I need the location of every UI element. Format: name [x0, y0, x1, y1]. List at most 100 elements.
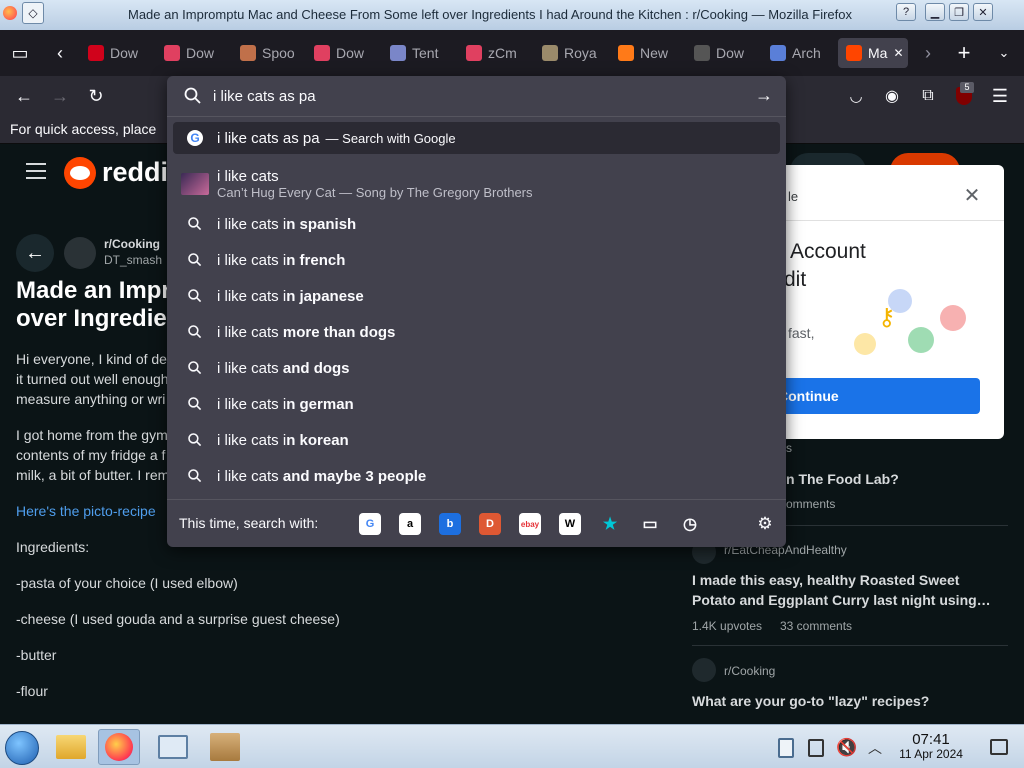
- amazon-engine-icon[interactable]: a: [399, 513, 421, 535]
- upvote-count: 1.4K upvotes: [692, 619, 763, 633]
- tab[interactable]: Ma ✕: [838, 38, 908, 68]
- subreddit-avatar[interactable]: [64, 237, 96, 269]
- suggestion-row[interactable]: i like cats in korean: [173, 424, 780, 456]
- close-tab-icon[interactable]: ✕: [893, 46, 903, 60]
- file-manager-icon[interactable]: [50, 729, 92, 765]
- tab[interactable]: Dow: [686, 38, 756, 68]
- clipboard-icon[interactable]: [778, 738, 794, 758]
- reddit-wordmark[interactable]: reddi: [102, 157, 168, 188]
- suggestion-text: i like cats more than dogs: [217, 324, 395, 341]
- ebay-engine-icon[interactable]: ebay: [519, 513, 541, 535]
- sidebar-post-title[interactable]: I made this easy, healthy Roasted Sweet: [692, 572, 959, 588]
- suggestion-row[interactable]: i like cats and dogs: [173, 352, 780, 384]
- show-desktop-icon[interactable]: [990, 739, 1008, 755]
- back-to-feed-button[interactable]: ←: [16, 234, 54, 272]
- google-engine-icon[interactable]: G: [359, 513, 381, 535]
- extensions-icon[interactable]: ⧉: [916, 84, 940, 108]
- tabs-engine-icon[interactable]: ▭: [639, 513, 661, 535]
- package-manager-icon[interactable]: [204, 729, 246, 765]
- tab-label: Dow: [110, 45, 139, 61]
- tab[interactable]: Arch: [762, 38, 832, 68]
- sidebar-post-title[interactable]: What are your go-to "lazy" recipes?: [692, 693, 929, 709]
- suggestion-completion: more than dogs: [282, 323, 396, 341]
- tab[interactable]: Spoo: [232, 38, 300, 68]
- tab-overview-icon[interactable]: ▭: [8, 41, 32, 65]
- tab[interactable]: Roya: [534, 38, 604, 68]
- flag-icon: [390, 45, 406, 61]
- window-menu-icon[interactable]: ◇: [22, 2, 44, 24]
- system-monitor-icon[interactable]: [152, 729, 194, 765]
- suggestion-completion: n german: [286, 395, 354, 413]
- tab[interactable]: Dow: [80, 38, 150, 68]
- suggestion-row[interactable]: i like cats Can’t Hug Every Cat — Song by…: [173, 162, 780, 206]
- list-all-tabs-icon[interactable]: ⌄: [992, 41, 1016, 65]
- reddit-logo-icon[interactable]: [64, 157, 96, 189]
- suggestion-row[interactable]: i like cats in french: [173, 244, 780, 276]
- reload-icon[interactable]: ↻: [84, 84, 108, 108]
- scroll-tabs-left-icon[interactable]: ‹: [48, 41, 72, 65]
- suggestion-title: i like cats: [217, 168, 279, 185]
- tab[interactable]: Dow: [306, 38, 376, 68]
- close-window-button[interactable]: ✕: [973, 3, 993, 21]
- tray-expand-icon[interactable]: ︿: [865, 737, 885, 759]
- search-settings-gear-icon[interactable]: ⚙: [754, 513, 776, 535]
- start-button-icon[interactable]: [5, 731, 39, 765]
- suggestion-typed: i like cats: [217, 467, 283, 485]
- suggestion-row[interactable]: i like cats more than dogs: [173, 316, 780, 348]
- forward-icon[interactable]: →: [48, 84, 72, 108]
- suggestion-row[interactable]: i like cats in german: [173, 388, 780, 420]
- suggestion-typed: i like cats i: [217, 431, 287, 449]
- suggestion-row[interactable]: i like cats in spanish: [173, 208, 780, 240]
- scroll-tabs-right-icon[interactable]: ›: [916, 41, 940, 65]
- firefox-app-icon[interactable]: [3, 6, 17, 20]
- tab[interactable]: Dow: [156, 38, 226, 68]
- subreddit-name[interactable]: r/Cooking: [104, 237, 160, 251]
- search-icon: [173, 288, 217, 304]
- close-card-icon[interactable]: ✕: [960, 183, 984, 207]
- minimize-button[interactable]: ▁: [925, 3, 945, 21]
- post-author[interactable]: DT_smash: [104, 253, 162, 267]
- go-arrow-icon[interactable]: →: [753, 84, 775, 106]
- history-engine-icon[interactable]: ◷: [679, 513, 701, 535]
- sidebar-item-title[interactable]: n The Food Lab?: [786, 471, 899, 487]
- clock-date[interactable]: 11 Apr 2024: [890, 747, 972, 761]
- url-input[interactable]: [213, 84, 733, 108]
- account-icon[interactable]: ◉: [880, 84, 904, 108]
- download-icon: [164, 45, 180, 61]
- game-icon: [542, 45, 558, 61]
- tab[interactable]: zCm: [458, 38, 528, 68]
- new-tab-icon[interactable]: +: [952, 40, 976, 65]
- post-body-line: contents of my fridge a f: [16, 447, 166, 463]
- suggestion-row[interactable]: i like cats and maybe 3 people: [173, 460, 780, 492]
- clock-time[interactable]: 07:41: [895, 731, 967, 748]
- duckduckgo-engine-icon[interactable]: D: [479, 513, 501, 535]
- wikipedia-engine-icon[interactable]: W: [559, 513, 581, 535]
- hamburger-icon[interactable]: [26, 163, 46, 179]
- tab-label: Arch: [792, 45, 821, 61]
- post-body-line: Hi everyone, I kind of de: [16, 351, 167, 367]
- os-taskbar: 🔇 ︿ 07:41 11 Apr 2024: [0, 724, 1024, 768]
- recipe-link[interactable]: Here's the picto-recipe: [16, 503, 156, 519]
- firefox-taskbar-icon[interactable]: [98, 729, 140, 765]
- tab[interactable]: Tent: [382, 38, 452, 68]
- suggestion-subtitle: Can’t Hug Every Cat — Song by The Gregor…: [217, 185, 533, 200]
- back-icon[interactable]: ←: [12, 84, 36, 108]
- notifications-icon[interactable]: [808, 739, 824, 757]
- sidebar-post-title[interactable]: Potato and Eggplant Curry last night usi…: [692, 592, 991, 608]
- tab[interactable]: New: [610, 38, 680, 68]
- bookmarks-engine-icon[interactable]: ★: [599, 513, 621, 535]
- suggestion-row[interactable]: i like cats in japanese: [173, 280, 780, 312]
- history-thumbnail-icon: [173, 173, 217, 195]
- volume-muted-icon[interactable]: 🔇: [836, 737, 858, 759]
- app-menu-icon[interactable]: ☰: [988, 84, 1012, 108]
- tab-label: New: [640, 45, 669, 61]
- suggestion-row[interactable]: Gi like cats as pa — Search with Google: [173, 122, 780, 154]
- sidebar-subreddit[interactable]: r/Cooking: [724, 664, 775, 678]
- continue-button[interactable]: Continue: [760, 378, 980, 414]
- help-button[interactable]: ?: [896, 3, 916, 21]
- bing-engine-icon[interactable]: b: [439, 513, 461, 535]
- pocket-icon[interactable]: ◡: [844, 84, 868, 108]
- subreddit-avatar[interactable]: [692, 658, 716, 682]
- tab-label: Ma: [868, 45, 888, 61]
- maximize-button[interactable]: ❐: [949, 3, 969, 21]
